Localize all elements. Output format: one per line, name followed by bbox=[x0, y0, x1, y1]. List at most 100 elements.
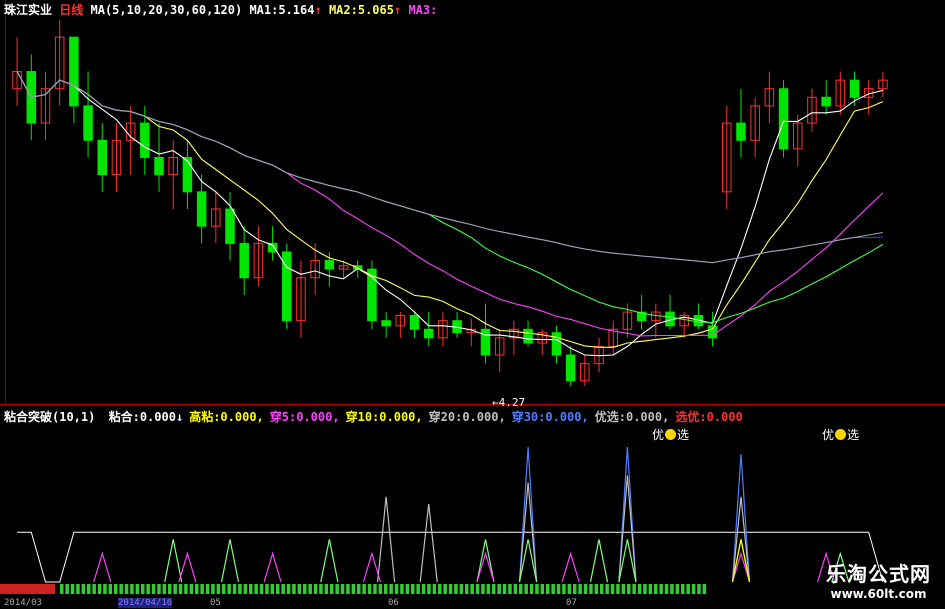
volume-strip-tick bbox=[103, 584, 107, 594]
volume-strip-tick bbox=[389, 584, 393, 594]
indicator-spike bbox=[518, 447, 538, 583]
ma1-value: 5.164 bbox=[278, 3, 315, 17]
candle-body bbox=[523, 328, 533, 344]
volume-strip-tick bbox=[637, 584, 642, 594]
volume-strip-tick bbox=[524, 584, 528, 594]
ma3-label: MA3: bbox=[408, 3, 438, 17]
volume-strip-tick bbox=[443, 584, 447, 594]
ma2-arrow: ↑ bbox=[393, 3, 402, 17]
volume-strip-tick bbox=[632, 584, 636, 594]
ma-line-ma5 bbox=[16, 71, 884, 357]
candle-body bbox=[381, 320, 391, 327]
date-label: 05 bbox=[210, 598, 221, 608]
indicator-name: 粘合突破(10,1) bbox=[4, 410, 96, 424]
stock-name: 珠江实业 bbox=[4, 3, 53, 17]
volume-strip-tick bbox=[114, 584, 118, 594]
volume-strip-tick bbox=[65, 584, 69, 594]
volume-strip-tick bbox=[573, 584, 577, 594]
volume-strip-tick bbox=[162, 584, 167, 594]
indicator-item-label: 选优: bbox=[675, 410, 707, 424]
volume-strip-tick bbox=[616, 584, 620, 594]
volume-strip-tick bbox=[405, 584, 410, 594]
indicator-item-label: 穿5: bbox=[269, 410, 297, 424]
volume-strip-tick bbox=[702, 584, 707, 594]
volume-strip-tick bbox=[330, 584, 334, 594]
indicator-spike bbox=[263, 551, 282, 583]
volume-strip-tick bbox=[583, 584, 588, 594]
volume-strip-tick bbox=[216, 584, 221, 594]
date-label: 06 bbox=[388, 598, 399, 608]
volume-strip-tick bbox=[578, 584, 582, 594]
volume-strip-tick bbox=[200, 584, 204, 594]
indicator-spike bbox=[320, 539, 339, 583]
volume-strip-tick bbox=[384, 584, 388, 594]
volume-strip-tick bbox=[357, 584, 361, 594]
indicator-spike bbox=[377, 496, 396, 583]
volume-strip-tick bbox=[249, 584, 253, 594]
indicator-item-value: 0.000↓ bbox=[139, 410, 184, 424]
candle-body bbox=[140, 122, 150, 158]
volume-strip-tick bbox=[600, 584, 604, 594]
indicator-item: 穿5:0.000, bbox=[270, 410, 340, 424]
indicator-item: 穿20:0.000, bbox=[429, 410, 506, 424]
volume-strip-tick bbox=[259, 584, 264, 594]
ma1-arrow: ↑ bbox=[314, 3, 322, 17]
indicator-item-label: 穿10: bbox=[345, 410, 380, 424]
candle-body bbox=[849, 79, 860, 98]
volume-strip-tick bbox=[400, 584, 404, 594]
volume-strip-tick bbox=[497, 584, 501, 594]
volume-strip-tick bbox=[270, 584, 275, 594]
volume-strip-tick bbox=[254, 584, 258, 594]
indicator-item: 粘合:0.000↓ bbox=[109, 410, 184, 424]
volume-strip-tick bbox=[508, 584, 512, 594]
period-label[interactable]: 日线 bbox=[59, 3, 83, 17]
volume-strip-tick bbox=[313, 584, 318, 594]
indicator-values: 粘合:0.000↓ 高粘:0.000, 穿5:0.000, 穿10:0.000, 穿20… bbox=[103, 410, 743, 424]
date-label-selected[interactable]: 2014/04/16 bbox=[118, 598, 173, 608]
ma-line-ma30 bbox=[16, 71, 884, 324]
volume-strip-tick bbox=[659, 584, 663, 594]
volume-strip-tick bbox=[211, 584, 215, 594]
volume-strip-tick bbox=[594, 584, 599, 594]
volume-strip-tick bbox=[465, 584, 469, 594]
candle-body bbox=[83, 105, 93, 141]
volume-strip-tick bbox=[232, 584, 237, 594]
indicator-spike bbox=[476, 539, 495, 583]
time-gridline bbox=[5, 0, 6, 404]
volume-strip-tick bbox=[168, 584, 172, 594]
indicator-spike bbox=[561, 551, 580, 583]
volume-strip-tick bbox=[562, 584, 566, 594]
volume-strip-tick bbox=[119, 584, 123, 594]
volume-strip-tick bbox=[195, 584, 199, 594]
candle-body bbox=[480, 328, 491, 356]
candle-body bbox=[225, 208, 235, 244]
volume-strip-tick bbox=[475, 584, 480, 594]
optimal-right: 选 bbox=[677, 428, 690, 442]
indicator-spike bbox=[618, 475, 637, 583]
candle-body bbox=[324, 260, 335, 270]
optimal-select-label: 优选 bbox=[822, 426, 859, 443]
indicator-spike bbox=[164, 539, 183, 583]
volume-strip-tick bbox=[621, 584, 626, 594]
date-axis: 2014/03 2014/04/16 05 06 07 bbox=[0, 598, 945, 609]
volume-strip-tick bbox=[292, 584, 296, 594]
candle-body bbox=[423, 328, 434, 339]
volume-strip-tick bbox=[303, 584, 307, 594]
volume-strip-tick bbox=[675, 584, 680, 594]
ma-params: MA(5,10,20,30,60,120) bbox=[90, 3, 243, 17]
volume-strip-tick bbox=[540, 584, 545, 594]
volume-strip-tick bbox=[448, 584, 453, 594]
candle-body bbox=[97, 139, 108, 176]
volume-strip-tick bbox=[70, 584, 75, 594]
volume-strip-tick bbox=[108, 584, 113, 594]
volume-strip-tick bbox=[643, 584, 647, 594]
ma2-value: 5.065 bbox=[357, 3, 394, 17]
volume-strip-tick bbox=[648, 584, 653, 594]
watermark: 乐淘公式网 www.60lt.com bbox=[826, 558, 931, 601]
volume-strip-tick bbox=[281, 584, 285, 594]
indicator-item-label: 穿20: bbox=[428, 410, 463, 424]
volume-strip-tick bbox=[205, 584, 210, 594]
volume-strip-tick bbox=[691, 584, 696, 594]
volume-strip-tick bbox=[243, 584, 248, 594]
indicator-line-bond bbox=[17, 531, 884, 583]
